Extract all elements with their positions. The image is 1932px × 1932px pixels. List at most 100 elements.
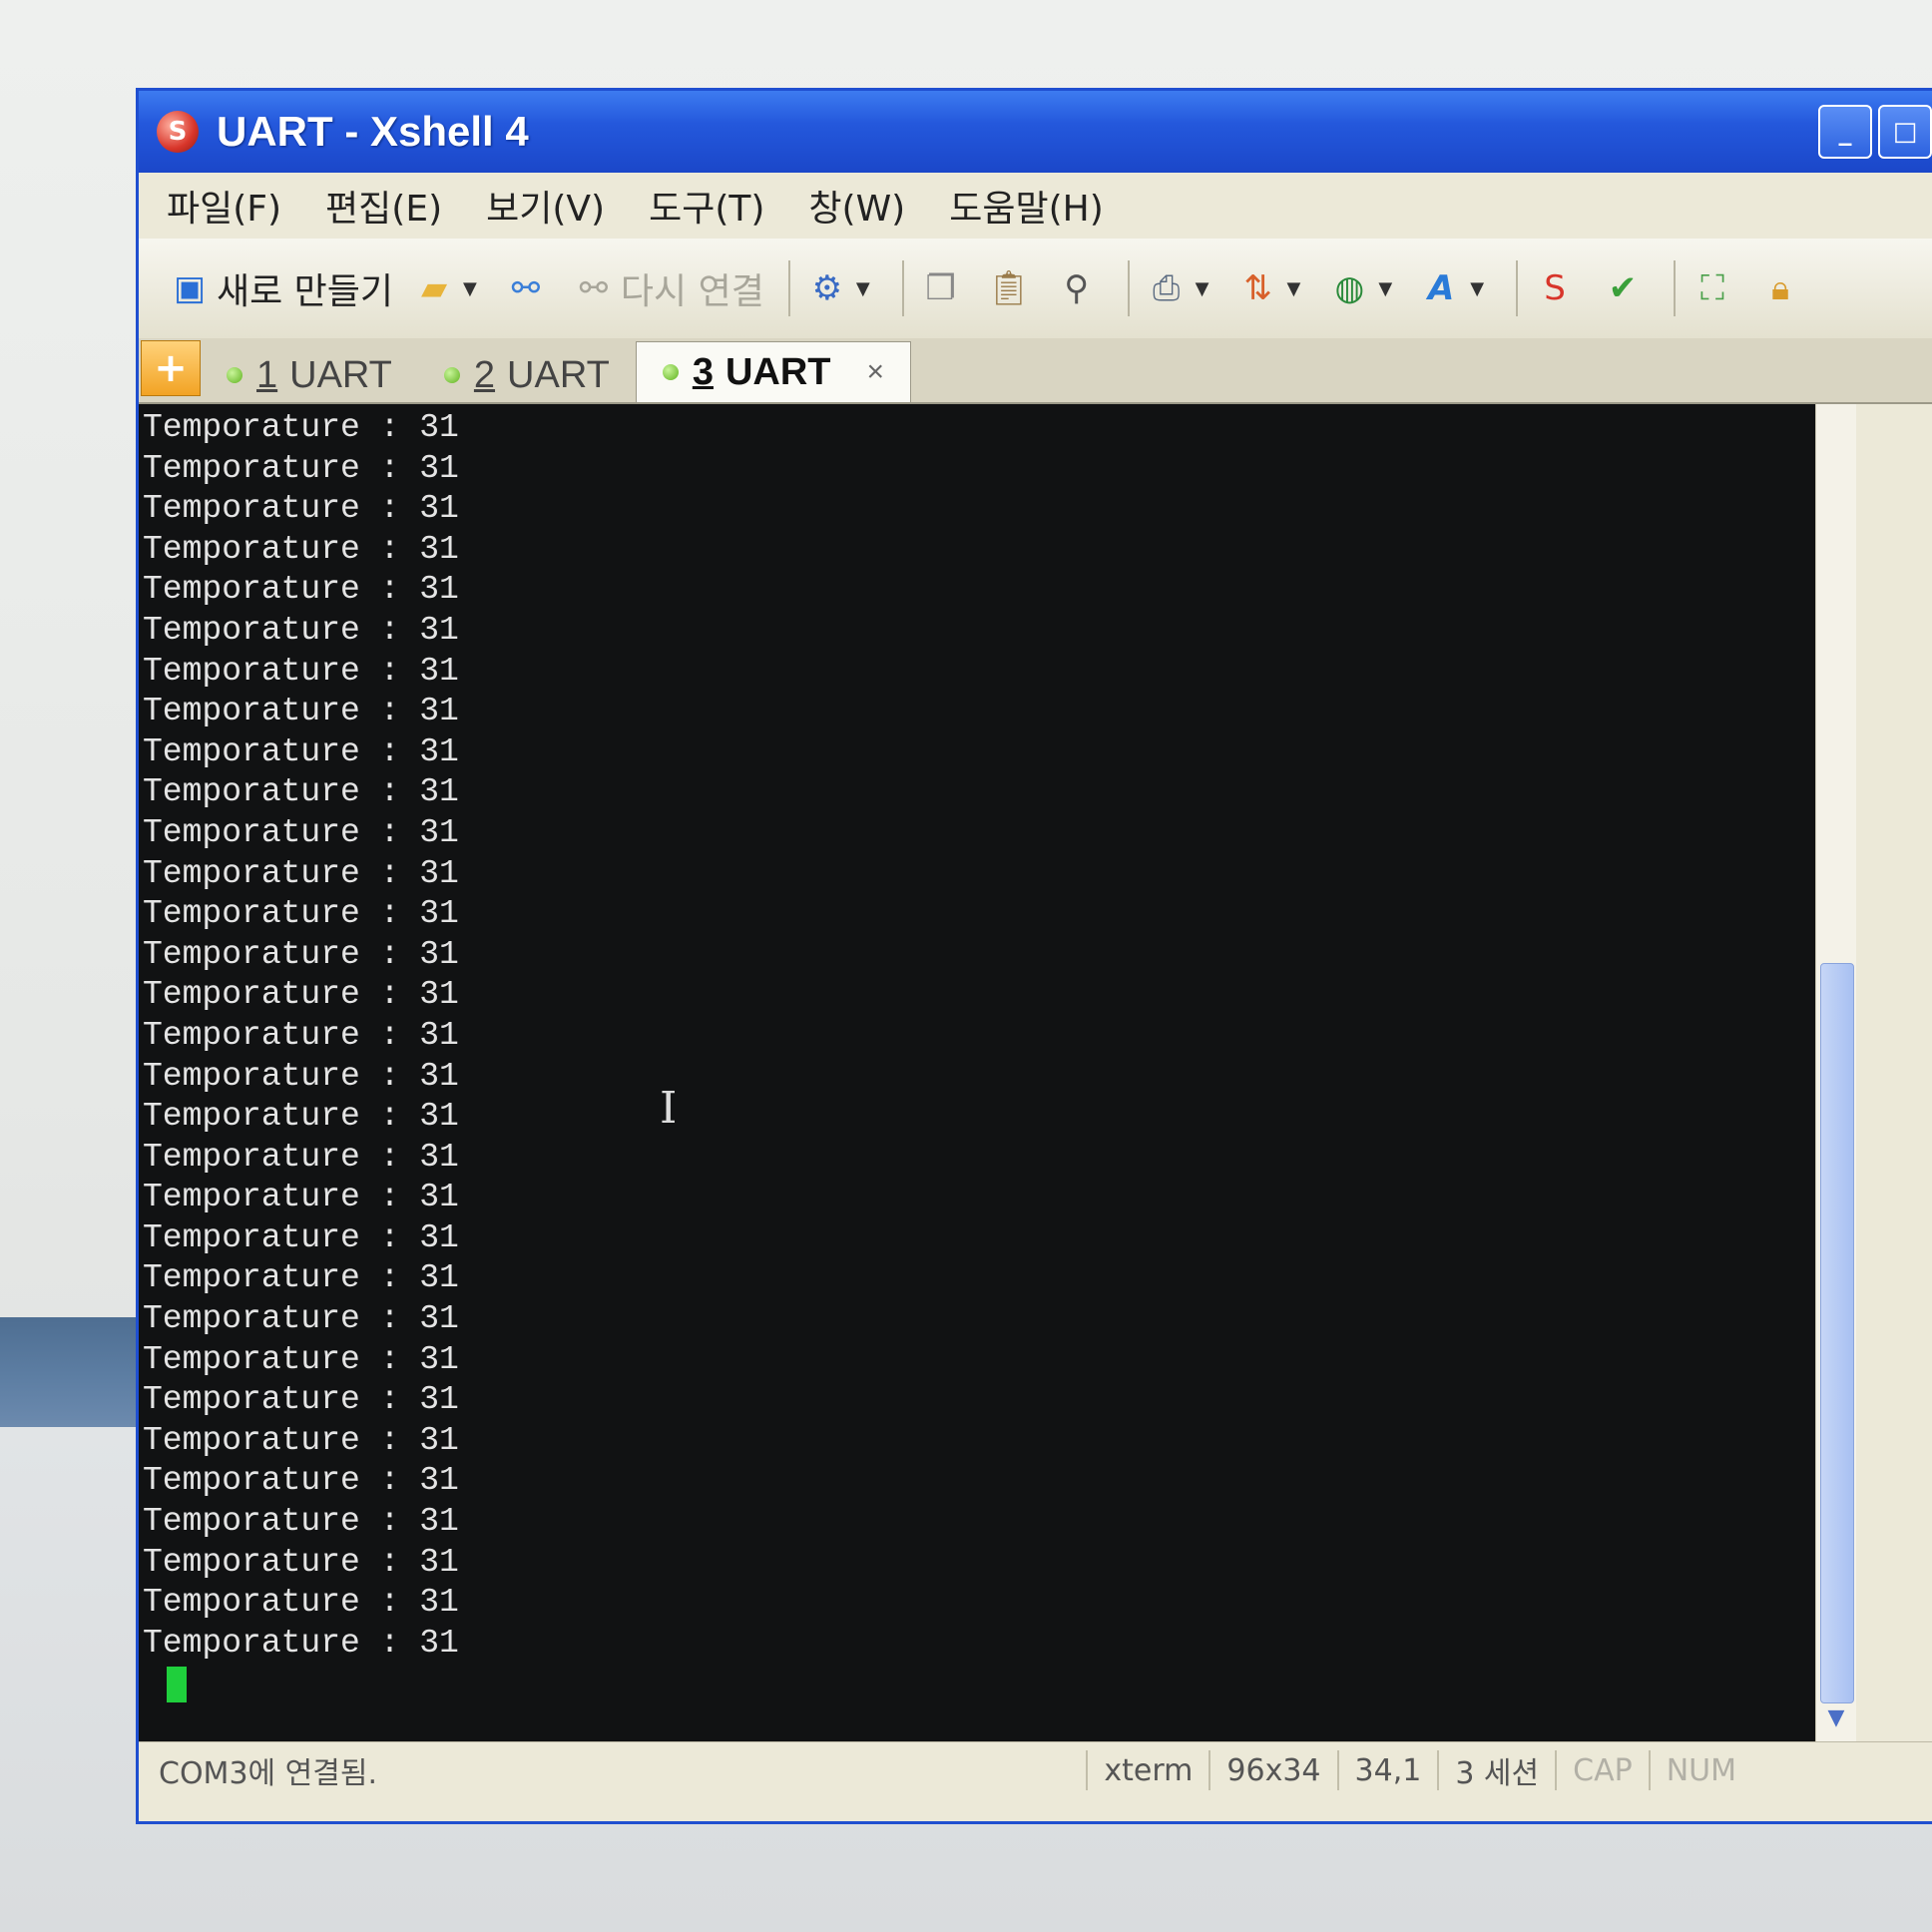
terminal-line: Temporature : 31: [143, 1624, 459, 1662]
terminal-size: 96x34: [1208, 1750, 1336, 1790]
toolbar-separator: [787, 260, 790, 316]
terminal-line: Temporature : 31: [143, 1543, 459, 1581]
terminal-line: Temporature : 31: [143, 1584, 459, 1622]
terminal-line: Temporature : 31: [143, 1218, 459, 1256]
menu-help[interactable]: 도움말(H): [949, 180, 1104, 232]
terminal-cursor: [167, 1666, 187, 1702]
copy-button[interactable]: ❐: [920, 267, 968, 309]
paste-icon: 📋︎: [987, 268, 1031, 308]
terminal-line: Temporature : 31: [143, 1421, 459, 1459]
terminal-line: Temporature : 31: [143, 409, 459, 446]
terminal-lines: Temporature : 31 Temporature : 31 Temporat…: [143, 408, 459, 1664]
tab-uart-3[interactable]: 3 UART ×: [635, 341, 912, 402]
font-button[interactable]: A ▼: [1420, 267, 1492, 309]
tab-number: 2: [473, 353, 496, 396]
terminal-line: Temporature : 31: [143, 611, 459, 649]
caps-lock-indicator: CAP: [1555, 1750, 1649, 1790]
terminal-line: Temporature : 31: [143, 571, 459, 609]
print-button[interactable]: ⎙ ▼: [1146, 267, 1217, 309]
terminal-line: Temporature : 31: [143, 490, 459, 528]
paste-button[interactable]: 📋︎: [987, 267, 1036, 309]
search-icon: ⚲: [1064, 268, 1090, 308]
chevron-down-icon: ▼: [1378, 277, 1393, 299]
menu-file[interactable]: 파일(F): [167, 180, 281, 232]
menu-window[interactable]: 창(W): [808, 180, 905, 232]
toolbar-separator: [901, 260, 904, 316]
reconnect-label: 다시 연결: [620, 271, 764, 312]
tab-label: UART: [724, 350, 831, 393]
minimize-button[interactable]: _: [1818, 105, 1872, 159]
menu-edit[interactable]: 편집(E): [325, 180, 442, 232]
toolbar-separator: [1516, 260, 1519, 316]
tab-uart-2[interactable]: 2 UART: [418, 348, 636, 402]
open-folder-button[interactable]: ▰ ▼: [413, 267, 485, 309]
terminal-line: Temporature : 31: [143, 976, 459, 1014]
chevron-down-icon: ▼: [855, 277, 870, 299]
close-tab-icon[interactable]: ×: [867, 355, 885, 389]
maximize-button[interactable]: □: [1878, 105, 1932, 159]
terminal-line: Temporature : 31: [143, 1098, 459, 1136]
terminal-line: Temporature : 31: [143, 1503, 459, 1541]
session-tab-bar: + 1 UART 2 UART 3 UART ×: [139, 338, 1932, 404]
chevron-down-icon: ▼: [1470, 277, 1485, 299]
new-session-label: 새로 만들기: [217, 271, 394, 312]
find-button[interactable]: ⚲: [1056, 267, 1104, 309]
chevron-down-icon: ▼: [463, 277, 477, 299]
terminal-line: Temporature : 31: [143, 773, 459, 811]
connection-status: COM3에 연결됨.: [159, 1756, 378, 1791]
chevron-down-icon: ▼: [1195, 277, 1209, 299]
terminal-output[interactable]: Temporature : 31 Temporature : 31 Temporat…: [139, 404, 1815, 1741]
toolbar: ▣ 새로 만들기 ▰ ▼ ⚯ ⚯ 다시 연결 ⚙ ▼ ❐ 📋︎ ⚲ ⎙ ▼ ⇅ …: [139, 239, 1932, 339]
tab-uart-1[interactable]: 1 UART: [201, 348, 418, 402]
title-bar[interactable]: S UART - Xshell 4 _ □: [139, 91, 1932, 173]
add-session-button[interactable]: +: [141, 340, 201, 396]
connect-button[interactable]: ⚯: [505, 267, 553, 309]
scroll-down-icon[interactable]: ▼: [1820, 1705, 1852, 1735]
tab-label: UART: [289, 353, 392, 396]
properties-gear-icon: ⚙: [811, 268, 843, 308]
properties-button[interactable]: ⚙ ▼: [806, 267, 878, 309]
cursor-position: 34,1: [1336, 1750, 1438, 1790]
menu-view[interactable]: 보기(V): [486, 180, 605, 232]
terminal-line: Temporature : 31: [143, 732, 459, 770]
menu-tools[interactable]: 도구(T): [649, 180, 764, 232]
terminal-line: Temporature : 31: [143, 1179, 459, 1216]
terminal-line: Temporature : 31: [143, 449, 459, 487]
globe-button[interactable]: ◍ ▼: [1328, 267, 1400, 309]
fullscreen-icon: ⛶: [1700, 268, 1724, 308]
window-title: UART - Xshell 4: [217, 108, 529, 155]
xftp-leaf-icon: ✔: [1608, 268, 1638, 308]
reconnect-icon: ⚯: [579, 268, 609, 308]
xshell-app-icon: S: [157, 111, 199, 153]
font-icon: A: [1428, 268, 1455, 308]
scrollbar-thumb[interactable]: [1820, 963, 1854, 1703]
chevron-down-icon: ▼: [1286, 277, 1301, 299]
terminal-line: Temporature : 31: [143, 1016, 459, 1054]
connected-status-icon: [227, 367, 242, 383]
text-cursor-icon: I: [660, 1083, 678, 1134]
printer-icon: ⎙: [1153, 268, 1181, 308]
lock-button[interactable]: 🔒︎: [1759, 267, 1807, 309]
xftp-button[interactable]: ✔: [1602, 267, 1650, 309]
tab-label: UART: [507, 353, 610, 396]
connected-status-icon: [662, 364, 679, 380]
terminal-line: Temporature : 31: [143, 854, 459, 892]
session-count: 3 세션: [1437, 1750, 1555, 1791]
toolbar-separator: [1674, 260, 1677, 316]
reconnect-button[interactable]: ⚯ 다시 연결: [573, 262, 764, 314]
terminal-line: Temporature : 31: [143, 895, 459, 933]
terminal-line: Temporature : 31: [143, 1300, 459, 1338]
new-session-button[interactable]: ▣ 새로 만들기: [169, 262, 393, 314]
xshell-button[interactable]: S: [1534, 267, 1582, 309]
folder-icon: ▰: [420, 268, 448, 308]
tab-number: 3: [692, 350, 714, 393]
transfer-button[interactable]: ⇅ ▼: [1237, 267, 1309, 309]
lock-icon: 🔒︎: [1771, 268, 1790, 308]
terminal-line: Temporature : 31: [143, 1462, 459, 1500]
fullscreen-button[interactable]: ⛶: [1691, 267, 1739, 309]
connect-plug-icon: ⚯: [511, 268, 541, 308]
terminal-line: Temporature : 31: [143, 1381, 459, 1419]
connected-status-icon: [443, 367, 460, 383]
vertical-scrollbar[interactable]: ▼: [1815, 404, 1856, 1741]
terminal-type: xterm: [1086, 1750, 1208, 1790]
